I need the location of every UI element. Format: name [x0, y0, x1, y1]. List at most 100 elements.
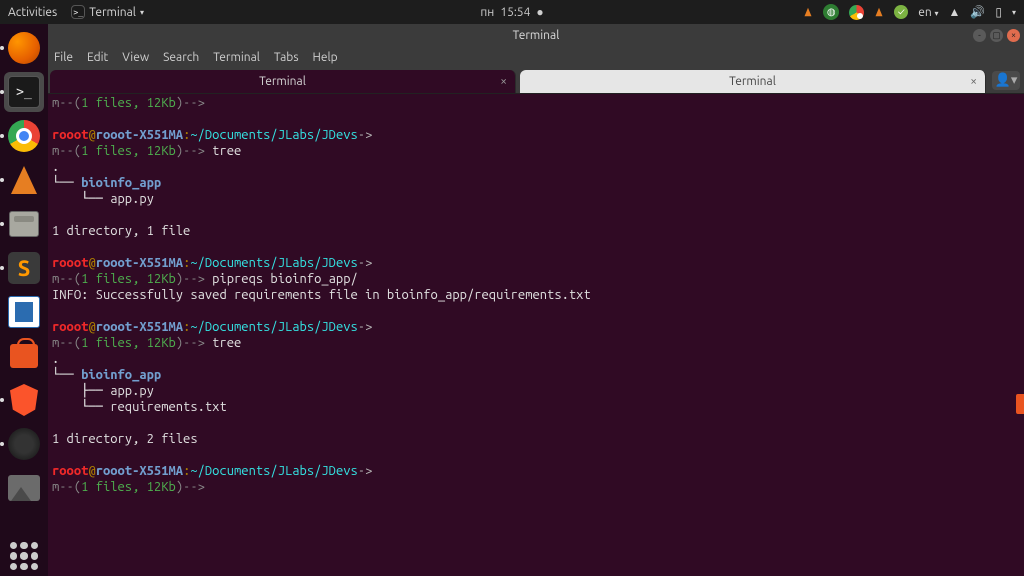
- window-close-button[interactable]: ×: [1007, 29, 1020, 42]
- app-menu[interactable]: >_ Terminal ▾: [71, 5, 144, 19]
- prompt-arrow: ->: [358, 320, 373, 334]
- tree-dir: bioinfo_app: [81, 368, 161, 382]
- window-minimize-button[interactable]: ‑: [973, 29, 986, 42]
- prompt-status: m--(1 files, 12Kb)-->: [52, 336, 205, 350]
- image-icon: [8, 475, 40, 501]
- kb-lang: en: [918, 6, 931, 19]
- tree-output: └──: [52, 176, 81, 190]
- menu-view[interactable]: View: [122, 51, 149, 64]
- tab-strip: Terminal × Terminal × 👤▾: [48, 68, 1024, 94]
- window-maximize-button[interactable]: ▢: [990, 29, 1003, 42]
- menu-terminal[interactable]: Terminal: [213, 51, 260, 64]
- notification-dot-icon: ●: [536, 5, 543, 19]
- prompt-status: m--(1 files, 12Kb)-->: [52, 480, 205, 494]
- status-ok-icon[interactable]: ✓: [894, 5, 908, 19]
- dock-terminal[interactable]: >_: [4, 72, 44, 112]
- chevron-down-icon: ▾: [935, 9, 939, 18]
- dock-brave[interactable]: [4, 380, 44, 420]
- dock-software[interactable]: [4, 336, 44, 376]
- prompt-arrow: ->: [358, 128, 373, 142]
- tab-label: Terminal: [259, 75, 306, 88]
- terminal-window: Terminal ‑ ▢ × File Edit View Search Ter…: [48, 24, 1024, 576]
- dock-libreoffice[interactable]: [4, 292, 44, 332]
- dock-firefox[interactable]: [4, 28, 44, 68]
- terminal-icon: >_: [8, 76, 40, 108]
- menu-bar: File Edit View Search Terminal Tabs Help: [48, 46, 1024, 68]
- menu-file[interactable]: File: [54, 51, 73, 64]
- vlc-tray-icon-2[interactable]: [876, 8, 883, 16]
- tree-output: └── app.py: [52, 192, 154, 206]
- libreoffice-writer-icon: [8, 296, 40, 328]
- activities-button[interactable]: Activities: [8, 6, 57, 19]
- prompt-arrow: ->: [358, 256, 373, 270]
- tree-output: ├── app.py: [52, 384, 154, 398]
- chevron-down-icon: ▾: [140, 8, 144, 17]
- dock-vlc[interactable]: [4, 160, 44, 200]
- prompt-at: @: [88, 464, 95, 478]
- app-menu-label: Terminal: [89, 6, 136, 19]
- scrollbar-thumb[interactable]: [1016, 394, 1024, 414]
- tree-output: .: [52, 160, 59, 174]
- dock-sublime[interactable]: S: [4, 248, 44, 288]
- tab-close-icon[interactable]: ×: [970, 75, 977, 88]
- prompt-path: ~/Documents/JLabs/JDevs: [190, 256, 357, 270]
- tab-close-icon[interactable]: ×: [500, 75, 507, 88]
- tree-output: .: [52, 352, 59, 366]
- volume-icon[interactable]: 🔊: [970, 5, 985, 19]
- brave-icon: [10, 384, 38, 416]
- system-menu-chevron-icon[interactable]: ▾: [1012, 8, 1016, 17]
- prompt-status: m--(1 files, 12Kb)-->: [52, 272, 205, 286]
- terminal-icon: >_: [71, 5, 85, 19]
- tree-summary: 1 directory, 1 file: [52, 224, 190, 238]
- tab-user-menu-button[interactable]: 👤▾: [992, 71, 1020, 90]
- clock-day: пн: [480, 6, 494, 19]
- terminal-viewport[interactable]: m--(1 files, 12Kb)--> rooot@rooot-X551MA…: [48, 94, 1024, 576]
- tree-output: └── requirements.txt: [52, 400, 227, 414]
- dock-obs[interactable]: [4, 424, 44, 464]
- tab-terminal-1[interactable]: Terminal ×: [50, 70, 516, 93]
- scrollback-line: m--(1 files, 12Kb)-->: [52, 96, 205, 110]
- command-text: pipreqs bioinfo_app/: [212, 272, 358, 286]
- menu-edit[interactable]: Edit: [87, 51, 108, 64]
- prompt-user: rooot: [52, 320, 88, 334]
- dock-chrome[interactable]: [4, 116, 44, 156]
- vlc-icon: [11, 166, 37, 194]
- prompt-user: rooot: [52, 464, 88, 478]
- dock-image-viewer[interactable]: [4, 468, 44, 508]
- keyboard-layout-indicator[interactable]: en ▾: [918, 6, 938, 19]
- gnome-top-bar: Activities >_ Terminal ▾ пн 15:54 ● ◍ ✓ …: [0, 0, 1024, 24]
- globe-tray-icon[interactable]: ◍: [823, 4, 839, 20]
- prompt-path: ~/Documents/JLabs/JDevs: [190, 320, 357, 334]
- battery-icon[interactable]: ▯: [995, 5, 1002, 19]
- prompt-user: rooot: [52, 256, 88, 270]
- prompt-path: ~/Documents/JLabs/JDevs: [190, 128, 357, 142]
- firefox-icon: [8, 32, 40, 64]
- tree-summary: 1 directory, 2 files: [52, 432, 198, 446]
- prompt-host: rooot-X551MA: [96, 464, 183, 478]
- tab-label: Terminal: [729, 75, 776, 88]
- window-titlebar[interactable]: Terminal ‑ ▢ ×: [48, 24, 1024, 46]
- dock-show-applications[interactable]: [4, 536, 44, 576]
- obs-icon: [8, 428, 40, 460]
- prompt-at: @: [88, 320, 95, 334]
- files-icon: [9, 211, 39, 237]
- command-text: tree: [212, 336, 241, 350]
- chrome-icon: [8, 120, 40, 152]
- wifi-icon[interactable]: ▲: [949, 5, 961, 19]
- prompt-host: rooot-X551MA: [96, 320, 183, 334]
- prompt-user: rooot: [52, 128, 88, 142]
- prompt-at: @: [88, 256, 95, 270]
- menu-search[interactable]: Search: [163, 51, 199, 64]
- command-output: INFO: Successfully saved requirements fi…: [52, 288, 591, 302]
- tab-terminal-2[interactable]: Terminal ×: [520, 70, 986, 93]
- vlc-tray-icon[interactable]: [805, 8, 812, 16]
- prompt-host: rooot-X551MA: [96, 128, 183, 142]
- menu-tabs[interactable]: Tabs: [274, 51, 299, 64]
- apps-grid-icon: [10, 542, 38, 570]
- dock-files[interactable]: [4, 204, 44, 244]
- prompt-path: ~/Documents/JLabs/JDevs: [190, 464, 357, 478]
- menu-help[interactable]: Help: [313, 51, 338, 64]
- tree-dir: bioinfo_app: [81, 176, 161, 190]
- chrome-tray-icon[interactable]: [849, 5, 864, 20]
- clock[interactable]: пн 15:54 ●: [480, 5, 543, 19]
